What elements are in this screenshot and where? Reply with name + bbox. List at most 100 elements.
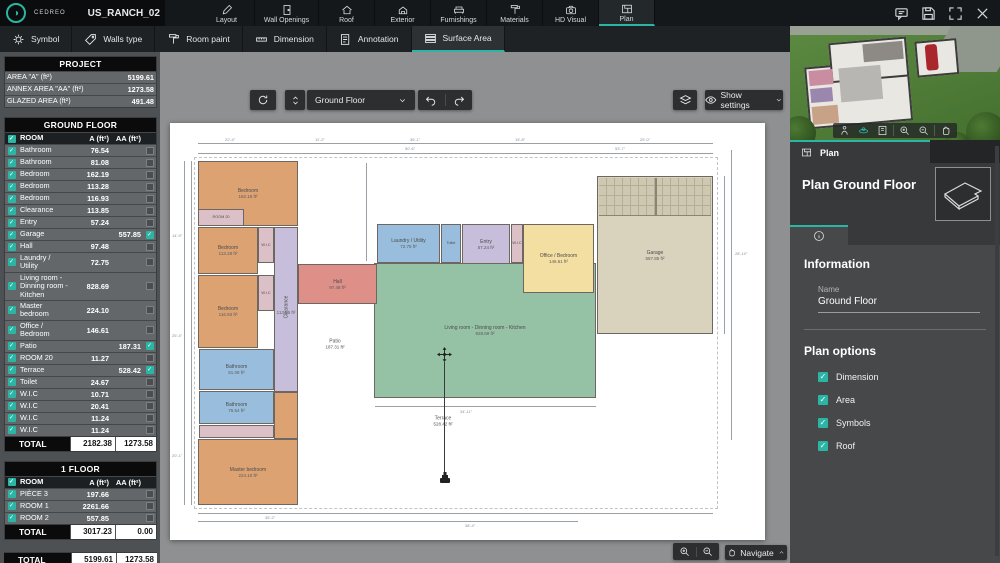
walkthrough-button[interactable]: [836, 124, 853, 137]
checkbox[interactable]: [8, 354, 16, 362]
room-bathroom[interactable]: Bathroom81.08 ft²: [199, 349, 274, 390]
save-button[interactable]: [921, 6, 936, 21]
tab-exterior[interactable]: Exterior: [375, 0, 431, 26]
checkbox[interactable]: [8, 219, 16, 227]
room-w-i-c[interactable]: W.I.C: [511, 224, 523, 263]
checkbox[interactable]: [8, 243, 16, 251]
table-row[interactable]: Office / Bedroom146.61: [5, 320, 156, 340]
table-row[interactable]: Bedroom113.28: [5, 180, 156, 192]
table-row[interactable]: Hall97.48: [5, 240, 156, 252]
checkbox[interactable]: [8, 135, 16, 143]
room-w-i-c[interactable]: W.I.C: [258, 227, 274, 263]
checkbox[interactable]: [146, 514, 154, 522]
room-room-20[interactable]: ROOM 20: [198, 209, 244, 226]
plan-view-button[interactable]: [874, 124, 891, 137]
option-roof[interactable]: Roof: [818, 441, 986, 451]
3d-preview-viewport[interactable]: [790, 26, 1000, 140]
checkbox[interactable]: [8, 159, 16, 167]
checkbox[interactable]: [146, 390, 154, 398]
app-logo[interactable]: ◑ CEDREO US_RANCH_02: [0, 0, 165, 26]
tool-room-paint[interactable]: Room paint: [155, 26, 242, 52]
checkbox[interactable]: [8, 231, 16, 239]
tool-symbol[interactable]: Symbol: [0, 26, 72, 52]
undo-button[interactable]: [418, 94, 445, 106]
redo-button[interactable]: [446, 94, 473, 106]
table-row[interactable]: Bedroom116.93: [5, 192, 156, 204]
checkbox[interactable]: [146, 243, 154, 251]
table-row[interactable]: ANNEX AREA "AA" (ft²)1273.58: [5, 83, 156, 95]
checkbox[interactable]: [8, 306, 16, 314]
checkbox[interactable]: [8, 514, 16, 522]
checkbox[interactable]: [146, 282, 154, 290]
checkbox[interactable]: [8, 502, 16, 510]
checkbox[interactable]: [8, 366, 16, 374]
table-row[interactable]: W.I.C11.24: [5, 412, 156, 424]
table-row[interactable]: AREA "A" (ft²)5199.61: [5, 71, 156, 83]
table-row[interactable]: PIÈCE 3197.66: [5, 488, 156, 500]
tab-information[interactable]: [790, 225, 848, 245]
checkbox[interactable]: [146, 231, 154, 239]
table-row[interactable]: ROOM 12261.66: [5, 500, 156, 512]
checkbox[interactable]: [8, 390, 16, 398]
preview-zoom-out-button[interactable]: [915, 124, 932, 137]
navigate-dropdown[interactable]: Navigate: [725, 545, 787, 560]
room-bedroom[interactable]: Bedroom113.28 ft²: [198, 227, 258, 274]
room-bedroom[interactable]: Bedroom116.93 ft²: [198, 275, 258, 348]
table-row[interactable]: Laundry / Utility72.75: [5, 252, 156, 272]
room-clearance[interactable]: Clearance113.85 ft²: [274, 227, 298, 392]
checkbox[interactable]: [8, 195, 16, 203]
checkbox[interactable]: [146, 171, 154, 179]
fullscreen-button[interactable]: [948, 6, 963, 21]
table-row[interactable]: Living room - Dinning room - Kitchen828.…: [5, 272, 156, 300]
table-row[interactable]: ROOM 2011.27: [5, 352, 156, 364]
option-dimension[interactable]: Dimension: [818, 372, 986, 382]
name-field[interactable]: Name Ground Floor: [818, 285, 980, 313]
room-toilet[interactable]: Toilet: [441, 224, 461, 263]
checkbox[interactable]: [146, 426, 154, 434]
floor-thumbnail[interactable]: [935, 167, 991, 221]
tab-roof[interactable]: Roof: [319, 0, 375, 26]
table-row[interactable]: Master bedroom224.10: [5, 300, 156, 320]
tab-plan[interactable]: Plan: [599, 0, 655, 26]
checkbox[interactable]: [146, 326, 154, 334]
table-row[interactable]: Bedroom162.19: [5, 168, 156, 180]
move-crosshair-icon[interactable]: [437, 347, 452, 367]
option-symbols[interactable]: Symbols: [818, 418, 986, 428]
checkbox[interactable]: [146, 147, 154, 155]
checkbox[interactable]: [8, 258, 16, 266]
table-row[interactable]: W.I.C20.41: [5, 400, 156, 412]
tool-dimension[interactable]: Dimension: [243, 26, 327, 52]
checkbox[interactable]: [146, 354, 154, 362]
floor-stepper[interactable]: [285, 90, 305, 110]
room-garage[interactable]: Garage557.85 ft²: [597, 176, 713, 334]
checkbox[interactable]: [8, 490, 16, 498]
layers-button[interactable]: [673, 90, 697, 110]
table-row[interactable]: Clearance113.85: [5, 204, 156, 216]
panel-scrollbar[interactable]: [995, 146, 999, 556]
tab-furnishings[interactable]: Furnishings: [431, 0, 487, 26]
show-settings-dropdown[interactable]: Show settings: [705, 90, 783, 110]
checkbox[interactable]: [146, 366, 154, 374]
feedback-button[interactable]: [894, 6, 909, 21]
checkbox[interactable]: [146, 306, 154, 314]
table-row[interactable]: Entry57.24: [5, 216, 156, 228]
room-patch[interactable]: [274, 392, 298, 439]
checkbox[interactable]: [8, 183, 16, 191]
zoom-in-button[interactable]: [673, 546, 696, 557]
checkbox[interactable]: [146, 342, 154, 350]
aerial-view-button[interactable]: [855, 124, 872, 137]
plan-sheet[interactable]: 22'-4"11'-2"36'-1"15'-8"25'-0"50'-6"53'-…: [170, 123, 765, 540]
preview-pan-button[interactable]: [937, 124, 954, 137]
checkbox[interactable]: [146, 502, 154, 510]
table-row[interactable]: W.I.C10.71: [5, 388, 156, 400]
option-area[interactable]: Area: [818, 395, 986, 405]
room-bathroom[interactable]: Bathroom76.54 ft²: [199, 391, 274, 424]
checkbox[interactable]: [146, 402, 154, 410]
room-entry[interactable]: Entry57.24 ft²: [462, 224, 510, 264]
preview-zoom-in-button[interactable]: [896, 124, 913, 137]
checkbox[interactable]: [818, 418, 828, 428]
table-row[interactable]: ROOM 2557.85: [5, 512, 156, 524]
sync-floors-button[interactable]: [250, 90, 276, 110]
table-row[interactable]: W.I.C11.24: [5, 424, 156, 436]
checkbox[interactable]: [146, 183, 154, 191]
